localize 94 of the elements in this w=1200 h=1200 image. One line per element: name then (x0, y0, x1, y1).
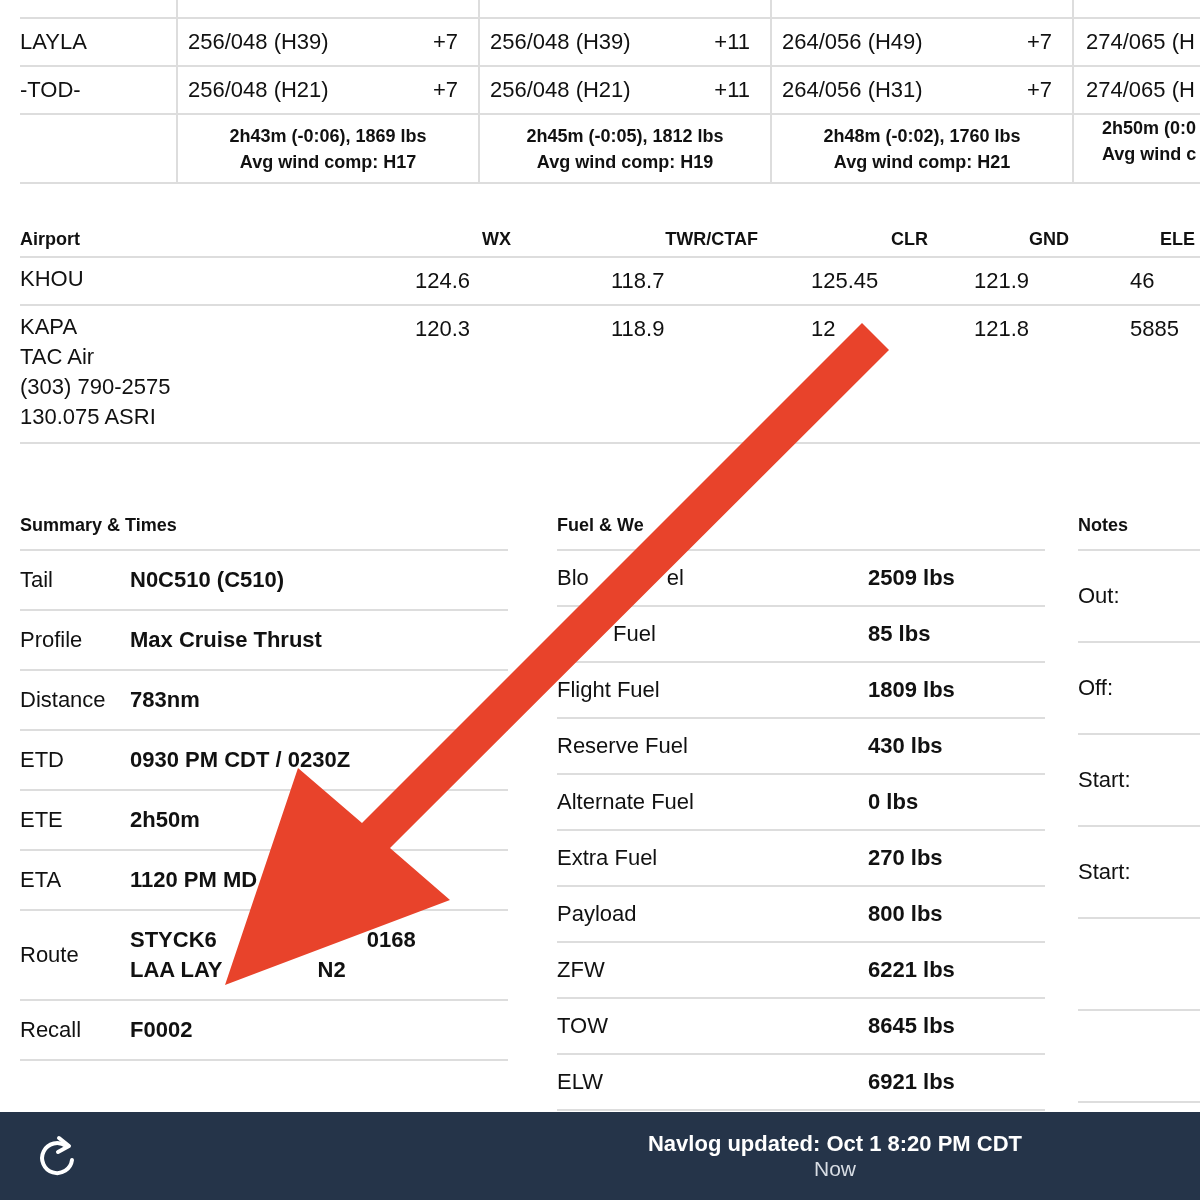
fuel-value: 800 lbs (868, 901, 943, 927)
fuel-label: Reserve Fuel (557, 733, 688, 759)
fuel-label: TOW (557, 1013, 608, 1039)
temperature-value: +7 (1026, 77, 1052, 103)
temperature-value: +11 (714, 29, 750, 55)
fuel-value: 270 lbs (868, 845, 943, 871)
fuel-label: Blo (557, 565, 589, 591)
fuel-label: Payload (557, 901, 637, 927)
field-value: 1120 PM MD (130, 866, 258, 894)
leg-summary: Avg wind comp: H17 (239, 150, 417, 174)
frequency-value: 120.3 (415, 316, 471, 341)
field-value: Max Cruise Thrust (130, 626, 322, 654)
airport-info: 130.075 ASRI (20, 403, 157, 431)
note-label: Start: (1078, 767, 1131, 793)
field-label: ETE (20, 807, 64, 833)
waypoint-name: -TOD- (20, 77, 81, 103)
column-header: ELE (1160, 228, 1195, 249)
frequency-value: 124.6 (415, 268, 471, 293)
leg-summary: Avg wind comp: H21 (833, 150, 1011, 174)
field-value: F0002 (130, 1016, 193, 1044)
leg-summary: 2h45m (-0:05), 1812 lbs (526, 124, 724, 148)
note-label: Out: (1078, 583, 1120, 609)
status-message: Navlog updated: Oct 1 8:20 PM CDT (647, 1131, 1023, 1157)
field-label: Profile (20, 627, 84, 653)
wind-value: 274/065 (H (1086, 77, 1195, 103)
fuel-value: 430 lbs (868, 733, 943, 759)
temperature-value: +7 (432, 29, 458, 55)
field-value: STYCK6 (130, 926, 217, 954)
fuel-value: 2509 lbs (868, 565, 955, 591)
field-value: 0168 (366, 926, 416, 954)
column-header: CLR (891, 228, 928, 249)
frequency-value: 118.7 (611, 268, 665, 293)
temperature-value: +7 (1026, 29, 1052, 55)
column-header: TWR/CTAF (665, 228, 758, 249)
fuel-value: 6221 lbs (868, 957, 955, 983)
airport-info: KAPA (20, 313, 79, 341)
fuel-label: ZFW (557, 957, 605, 983)
section-title: Notes (1078, 515, 1128, 536)
fuel-label: Alternate Fuel (557, 789, 694, 815)
column-header: WX (482, 228, 511, 249)
column-header: GND (1029, 228, 1069, 249)
wind-value: 264/056 (H31) (782, 77, 923, 103)
field-label: ETA (20, 867, 63, 893)
leg-summary: 2h50m (0:0 (1102, 117, 1197, 140)
fuel-value: 85 lbs (868, 621, 931, 647)
field-value: LAA LAY (130, 956, 223, 984)
field-value: 2h50m (130, 806, 200, 834)
wind-value: 256/048 (H21) (490, 77, 631, 103)
leg-summary: 2h48m (-0:02), 1760 lbs (823, 124, 1021, 148)
fuel-label: el (666, 565, 684, 591)
fuel-value: 6921 lbs (868, 1069, 955, 1095)
field-label: Recall (20, 1017, 83, 1043)
wind-value: 256/048 (H21) (188, 77, 329, 103)
frequency-value: 12 (811, 316, 836, 341)
wind-value: 264/056 (H49) (782, 29, 923, 55)
fuel-value: 8645 lbs (868, 1013, 955, 1039)
frequency-value: 46 (1130, 268, 1155, 293)
section-title: Fuel & We (557, 515, 644, 536)
field-value: N0C510 (C510) (130, 566, 285, 594)
field-value: 0930 PM CDT / 0230Z (130, 746, 351, 774)
field-label: ETD (20, 747, 65, 773)
fuel-label: Fuel (612, 621, 656, 647)
leg-summary: 2h43m (-0:06), 1869 lbs (229, 124, 427, 148)
fuel-value: 0 lbs (868, 789, 919, 815)
note-label: Off: (1078, 675, 1114, 701)
frequency-value: 118.9 (611, 316, 665, 341)
wind-value: 274/065 (H (1086, 29, 1195, 55)
fuel-label: ELW (557, 1069, 604, 1095)
fuel-label: Extra Fuel (557, 845, 658, 871)
status-time: Now (814, 1157, 856, 1181)
airport-info: KHOU (20, 265, 85, 293)
leg-summary: Avg wind c (1102, 143, 1197, 166)
frequency-value: 121.8 (974, 316, 1030, 341)
section-title: Summary & Times (20, 515, 177, 536)
airport-info: (303) 790-2575 (20, 373, 172, 401)
frequency-value: 5885 (1130, 316, 1179, 341)
fuel-label: Flight Fuel (557, 677, 660, 703)
fuel-value: 1809 lbs (868, 677, 955, 703)
frequency-value: 125.45 (811, 268, 879, 293)
leg-summary: Avg wind comp: H19 (536, 150, 714, 174)
note-label: Start: (1078, 859, 1131, 885)
field-label: Route (20, 942, 80, 968)
temperature-value: +11 (714, 77, 750, 103)
airport-info: TAC Air (20, 343, 96, 371)
waypoint-name: LAYLA (20, 29, 87, 55)
temperature-value: +7 (432, 77, 458, 103)
wind-value: 256/048 (H39) (490, 29, 631, 55)
wind-value: 256/048 (H39) (188, 29, 329, 55)
field-label: Distance (20, 687, 107, 713)
field-value: 783nm (130, 686, 200, 714)
field-label: Tail (20, 567, 54, 593)
field-value: N2 (317, 956, 346, 984)
column-header: Airport (20, 228, 80, 249)
frequency-value: 121.9 (974, 268, 1030, 293)
